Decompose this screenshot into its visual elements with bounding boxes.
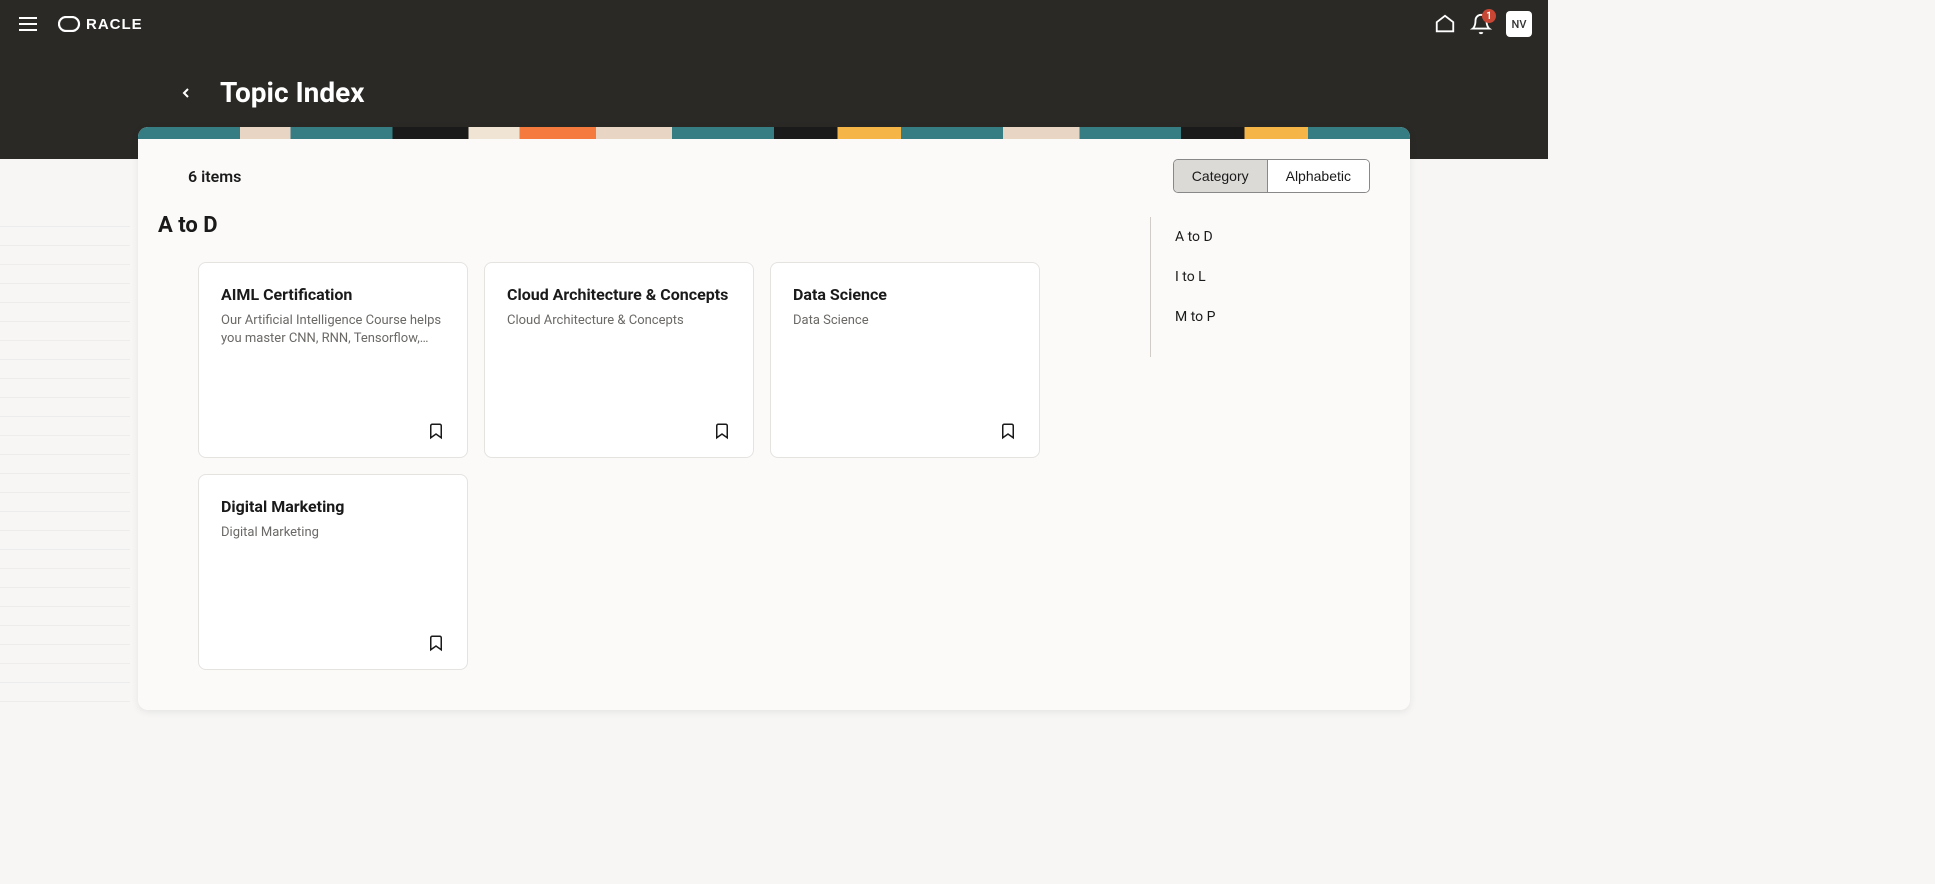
nav-link-i-l[interactable]: I to L — [1175, 257, 1390, 297]
topic-card[interactable]: AIML Certification Our Artificial Intell… — [198, 262, 468, 458]
nav-link-m-p[interactable]: M to P — [1175, 297, 1390, 337]
view-toggle: Category Alphabetic — [1173, 159, 1370, 193]
bookmark-button[interactable] — [713, 421, 733, 441]
app-header: RACLE 1 NV — [0, 0, 1548, 48]
brand-logo[interactable]: RACLE — [58, 0, 168, 48]
header-actions: 1 NV — [1434, 11, 1532, 37]
topic-card[interactable]: Digital Marketing Digital Marketing — [198, 474, 468, 670]
notification-badge: 1 — [1482, 9, 1496, 23]
content-card: 6 items Category Alphabetic A to D AIML … — [138, 127, 1410, 710]
bookmark-icon — [713, 421, 731, 441]
back-button[interactable] — [178, 81, 202, 105]
bookmark-button[interactable] — [427, 633, 447, 653]
notifications-button[interactable]: 1 — [1470, 13, 1492, 35]
alphabetic-toggle[interactable]: Alphabetic — [1268, 160, 1369, 192]
bookmark-icon — [427, 421, 445, 441]
topic-card[interactable]: Cloud Architecture & Concepts Cloud Arch… — [484, 262, 754, 458]
topic-description: Digital Marketing — [221, 524, 445, 542]
topic-description: Cloud Architecture & Concepts — [507, 312, 731, 330]
topic-title: Data Science — [793, 285, 1017, 304]
bookmark-button[interactable] — [999, 421, 1019, 441]
topic-title: AIML Certification — [221, 285, 445, 304]
cards-grid: AIML Certification Our Artificial Intell… — [158, 262, 1130, 670]
bookmark-icon — [427, 633, 445, 653]
topic-description: Our Artificial Intelligence Course helps… — [221, 312, 445, 348]
topic-description: Data Science — [793, 312, 1017, 330]
home-button[interactable] — [1434, 13, 1456, 35]
items-count: 6 items — [188, 167, 241, 186]
nav-link-a-d[interactable]: A to D — [1175, 217, 1390, 257]
alphabet-nav: A to D I to L M to P — [1150, 217, 1390, 357]
topics-area: A to D AIML Certification Our Artificial… — [158, 213, 1130, 670]
main-layout: A to D AIML Certification Our Artificial… — [138, 213, 1410, 710]
topic-card[interactable]: Data Science Data Science — [770, 262, 1040, 458]
page-title: Topic Index — [220, 76, 365, 109]
bookmark-button[interactable] — [427, 421, 447, 441]
category-toggle[interactable]: Category — [1174, 160, 1268, 192]
background-pattern — [0, 220, 130, 720]
topic-title: Digital Marketing — [221, 497, 445, 516]
section-heading: A to D — [158, 213, 1130, 238]
svg-text:RACLE: RACLE — [86, 16, 143, 32]
menu-button[interactable] — [16, 12, 40, 36]
topic-title: Cloud Architecture & Concepts — [507, 285, 731, 304]
home-icon — [1434, 13, 1456, 35]
hamburger-icon — [16, 12, 40, 36]
chevron-left-icon — [178, 85, 194, 101]
decorative-banner — [138, 127, 1410, 139]
bookmark-icon — [999, 421, 1017, 441]
user-avatar[interactable]: NV — [1506, 11, 1532, 37]
content-header: 6 items Category Alphabetic — [138, 139, 1410, 213]
